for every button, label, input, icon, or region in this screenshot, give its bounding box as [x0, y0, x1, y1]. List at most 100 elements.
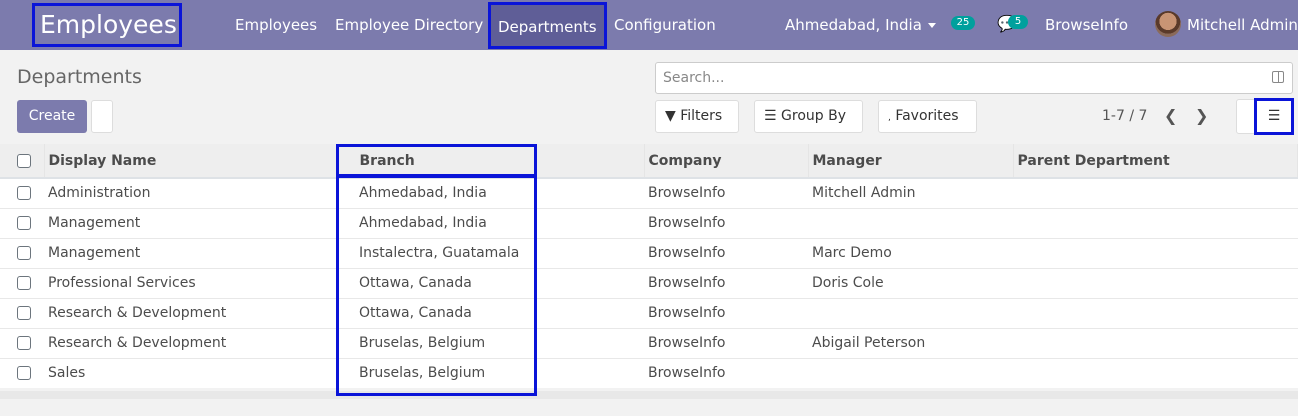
list-view-button[interactable]: ☰	[1256, 99, 1292, 134]
column-manager[interactable]: Manager	[808, 144, 1014, 179]
row-select-cell	[0, 237, 44, 268]
column-parent-department[interactable]: Parent Department	[1013, 144, 1298, 179]
cell-manager[interactable]: Marc Demo	[808, 237, 1013, 268]
cell-parent-department[interactable]	[1013, 237, 1298, 268]
list-icon: ☰	[764, 108, 777, 124]
cell-display-name[interactable]: Management	[44, 207, 336, 238]
row-select-cell	[0, 207, 44, 238]
menu-employee-directory[interactable]: Employee Directory	[335, 0, 483, 50]
cell-branch[interactable]: Ahmedabad, India	[336, 207, 644, 238]
cell-parent-department[interactable]	[1013, 177, 1298, 208]
column-company[interactable]: Company	[644, 144, 809, 179]
row-select-cell	[0, 267, 44, 298]
cell-company[interactable]: BrowseInfo	[644, 177, 808, 208]
cell-parent-department[interactable]	[1013, 357, 1298, 388]
column-branch[interactable]: Branch	[336, 144, 645, 179]
cell-branch[interactable]: Bruselas, Belgium	[336, 357, 644, 388]
branch-switcher[interactable]: Ahmedabad, India	[785, 0, 936, 50]
pager-value: 1-7 / 7	[1102, 108, 1148, 124]
table-row[interactable]: Management Ahmedabad, India BrowseInfo	[0, 207, 1298, 238]
row-select-cell	[0, 357, 44, 388]
table-row[interactable]: Professional Services Ottawa, Canada Bro…	[0, 267, 1298, 298]
row-checkbox[interactable]	[17, 276, 31, 290]
cell-parent-department[interactable]	[1013, 207, 1298, 238]
cell-manager[interactable]	[808, 357, 1013, 388]
cell-parent-department[interactable]	[1013, 297, 1298, 328]
branch-switcher-label: Ahmedabad, India	[785, 16, 922, 34]
table-footer	[0, 391, 1298, 399]
activity-count-badge: 25	[951, 16, 975, 30]
cell-company[interactable]: BrowseInfo	[644, 207, 808, 238]
app-brand[interactable]: Employees	[32, 3, 182, 47]
table-row[interactable]: Research & Development Bruselas, Belgium…	[0, 327, 1298, 358]
table-row[interactable]: Management Instalectra, Guatamala Browse…	[0, 237, 1298, 268]
create-button[interactable]: Create	[17, 100, 87, 133]
cell-parent-department[interactable]	[1013, 327, 1298, 358]
cell-company[interactable]: BrowseInfo	[644, 357, 808, 388]
departments-table: Display Name Branch Company Manager Pare…	[0, 144, 1298, 388]
cell-manager[interactable]	[808, 207, 1013, 238]
cell-manager[interactable]: Abigail Peterson	[808, 327, 1013, 358]
cell-branch[interactable]: Ottawa, Canada	[336, 267, 644, 298]
star-icon: ,	[888, 113, 891, 123]
cell-branch[interactable]: Bruselas, Belgium	[336, 327, 644, 358]
select-all-checkbox[interactable]	[17, 153, 31, 168]
page-title: Departments	[17, 66, 142, 88]
message-count-badge: 5	[1008, 15, 1028, 29]
row-checkbox[interactable]	[17, 306, 31, 320]
cell-display-name[interactable]: Research & Development	[44, 297, 336, 328]
row-checkbox[interactable]	[17, 336, 31, 350]
menu-departments[interactable]: Departments	[488, 2, 607, 49]
row-select-cell	[0, 327, 44, 358]
pager-next-icon[interactable]: ❯	[1195, 106, 1208, 125]
cell-branch[interactable]: Ottawa, Canada	[336, 297, 644, 328]
cell-parent-department[interactable]	[1013, 267, 1298, 298]
search-options-icon[interactable]	[1272, 71, 1284, 83]
column-display-name[interactable]: Display Name	[44, 144, 337, 179]
filters-button[interactable]: ▼ Filters	[655, 100, 739, 133]
table-header-row: Display Name Branch Company Manager Pare…	[0, 144, 1298, 179]
list-view-icon: ☰	[1267, 108, 1281, 124]
row-checkbox[interactable]	[17, 366, 31, 381]
row-checkbox[interactable]	[17, 186, 31, 201]
row-checkbox[interactable]	[17, 216, 31, 230]
cell-branch[interactable]: Instalectra, Guatamala	[336, 237, 644, 268]
top-navbar: Employees Employees Employee Directory D…	[0, 0, 1298, 50]
company-switcher[interactable]: BrowseInfo	[1045, 0, 1128, 50]
favorites-button[interactable]: , Favorites	[878, 100, 977, 133]
kanban-view-button[interactable]	[1236, 99, 1256, 134]
cell-display-name[interactable]: Research & Development	[44, 327, 336, 358]
cell-company[interactable]: BrowseInfo	[644, 237, 808, 268]
cell-display-name[interactable]: Administration	[44, 177, 336, 208]
cell-display-name[interactable]: Management	[44, 237, 336, 268]
select-all-cell	[0, 144, 45, 179]
cell-display-name[interactable]: Sales	[44, 357, 336, 388]
cell-company[interactable]: BrowseInfo	[644, 297, 808, 328]
import-button[interactable]	[91, 100, 113, 133]
filters-label: Filters	[680, 108, 723, 124]
favorites-label: Favorites	[895, 108, 959, 124]
search-input[interactable]: Search...	[655, 62, 1293, 94]
pager-previous-icon[interactable]: ❮	[1164, 106, 1177, 125]
user-menu[interactable]: Mitchell Admin	[1187, 0, 1298, 50]
cell-display-name[interactable]: Professional Services	[44, 267, 336, 298]
row-select-cell	[0, 297, 44, 328]
table-row[interactable]: Research & Development Ottawa, Canada Br…	[0, 297, 1298, 328]
user-avatar[interactable]	[1155, 11, 1181, 37]
cell-company[interactable]: BrowseInfo	[644, 267, 808, 298]
search-placeholder: Search...	[663, 70, 725, 86]
row-checkbox[interactable]	[17, 246, 31, 260]
cell-manager[interactable]	[808, 297, 1013, 328]
group-by-label: Group By	[781, 108, 846, 124]
cell-branch[interactable]: Ahmedabad, India	[336, 177, 644, 208]
menu-configuration[interactable]: Configuration	[614, 0, 716, 50]
cell-company[interactable]: BrowseInfo	[644, 327, 808, 358]
cell-manager[interactable]: Doris Cole	[808, 267, 1013, 298]
menu-employees[interactable]: Employees	[235, 0, 317, 50]
cell-manager[interactable]: Mitchell Admin	[808, 177, 1013, 208]
group-by-button[interactable]: ☰ Group By	[754, 100, 863, 133]
row-select-cell	[0, 177, 44, 208]
table-row[interactable]: Administration Ahmedabad, India BrowseIn…	[0, 177, 1298, 208]
table-row[interactable]: Sales Bruselas, Belgium BrowseInfo	[0, 357, 1298, 388]
caret-down-icon	[927, 23, 936, 28]
